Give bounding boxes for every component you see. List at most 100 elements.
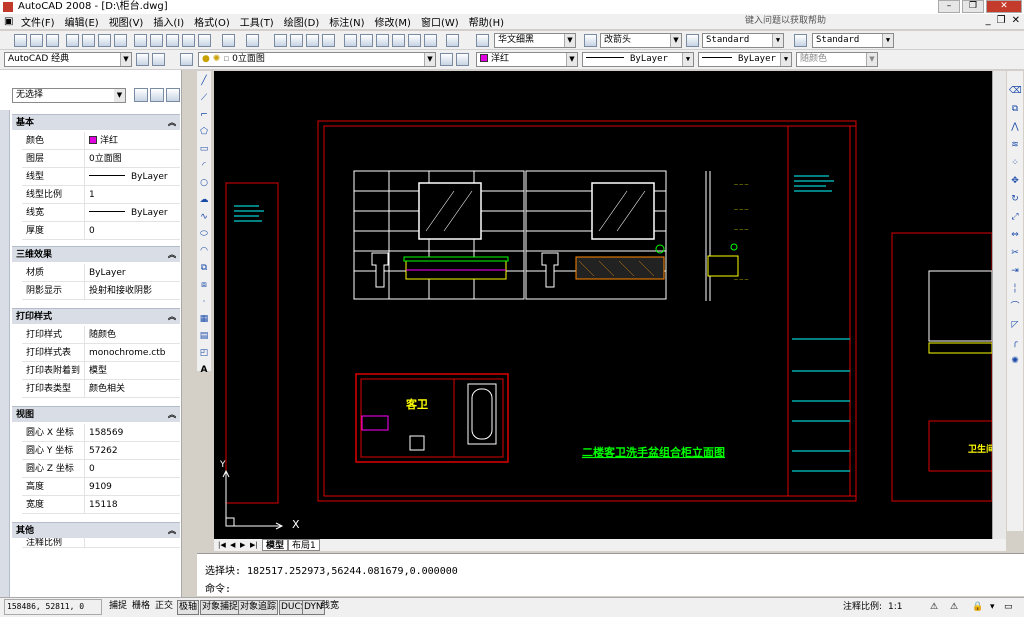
rotate-icon[interactable]: ↻ xyxy=(1009,193,1021,205)
section-misc[interactable]: 其他 ︽ xyxy=(12,522,180,538)
toggle-pickadd-icon[interactable] xyxy=(134,88,148,102)
menu-format[interactable]: 格式(O) xyxy=(189,14,235,29)
prop-row[interactable]: 线型比例 1 xyxy=(22,186,180,204)
doc-close-button[interactable]: ✕ xyxy=(1012,15,1020,26)
text-font-select[interactable]: 华文细黑 ▼ xyxy=(494,33,576,48)
restore-button[interactable]: ❐ xyxy=(962,0,984,13)
menu-tools[interactable]: 工具(T) xyxy=(235,14,279,29)
vertical-scrollbar[interactable] xyxy=(992,71,1006,539)
workspace-settings-icon[interactable] xyxy=(136,53,149,66)
last-tab-icon[interactable]: ▶| xyxy=(250,539,258,551)
revision-cloud-icon[interactable]: ☁ xyxy=(198,194,210,206)
lineweight-toggle[interactable]: 线宽 xyxy=(320,600,340,615)
color-select[interactable]: 洋红 ▼ xyxy=(476,52,578,67)
copy-object-icon[interactable]: ⧉ xyxy=(1009,103,1021,115)
properties-icon[interactable] xyxy=(344,34,357,47)
prop-row[interactable]: 打印表类型 颜色相关 xyxy=(22,380,180,398)
menu-file[interactable]: 文件(F) xyxy=(16,14,60,29)
3d-dwf-icon[interactable] xyxy=(114,34,127,47)
clean-screen-icon[interactable]: ▭ xyxy=(1004,598,1013,616)
properties-palette-strip[interactable] xyxy=(0,110,10,597)
status-menu-icon[interactable]: ▾ xyxy=(990,598,995,616)
design-center-icon[interactable] xyxy=(360,34,373,47)
new-icon[interactable] xyxy=(14,34,27,47)
insert-block-icon[interactable]: ⧉ xyxy=(198,262,210,274)
table-style-select[interactable]: Standard ▼ xyxy=(812,33,894,48)
markup-icon[interactable] xyxy=(408,34,421,47)
layer-select[interactable]: ● ✺ ▫ 0立面图 ▼ xyxy=(198,52,436,67)
prop-row[interactable]: 圆心 Y 坐标 57262 xyxy=(22,442,180,460)
pan-icon[interactable] xyxy=(274,34,287,47)
offset-icon[interactable]: ≋ xyxy=(1009,139,1021,151)
open-icon[interactable] xyxy=(30,34,43,47)
move-icon[interactable]: ✥ xyxy=(1009,175,1021,187)
tab-layout1[interactable]: 布局1 xyxy=(288,539,320,551)
quickcalc-icon[interactable] xyxy=(424,34,437,47)
doc-minimize-button[interactable]: _ xyxy=(986,15,991,26)
prop-row[interactable]: 圆心 Z 坐标 0 xyxy=(22,460,180,478)
ortho-toggle[interactable]: 正交 xyxy=(154,600,174,615)
first-tab-icon[interactable]: |◀ xyxy=(218,539,226,551)
zoom-realtime-icon[interactable] xyxy=(290,34,303,47)
menu-help[interactable]: 帮助(H) xyxy=(464,14,509,29)
prop-row[interactable]: 圆心 X 坐标 158569 xyxy=(22,424,180,442)
minimize-button[interactable]: – xyxy=(938,0,960,13)
arc-icon[interactable]: ◜ xyxy=(198,160,210,172)
prop-row[interactable]: 材质 ByLayer xyxy=(22,264,180,282)
menu-window[interactable]: 窗口(W) xyxy=(416,14,464,29)
document-icon[interactable]: ▣ xyxy=(4,16,16,27)
grid-toggle[interactable]: 栅格 xyxy=(131,600,151,615)
print-icon[interactable] xyxy=(66,34,79,47)
paste-icon[interactable] xyxy=(166,34,179,47)
section-plot-style[interactable]: 打印样式 ︽ xyxy=(12,308,180,324)
explode-icon[interactable]: ✺ xyxy=(1009,355,1021,367)
gradient-icon[interactable]: ▤ xyxy=(198,330,210,342)
osnap-toggle[interactable]: 对象捕捉 xyxy=(200,600,241,615)
save-icon[interactable] xyxy=(46,34,59,47)
polar-toggle[interactable]: 极轴 xyxy=(177,600,200,615)
ellipse-arc-icon[interactable]: ◠ xyxy=(198,245,210,257)
break-icon[interactable]: ╎ xyxy=(1009,283,1021,295)
erase-icon[interactable]: ⌫ xyxy=(1009,85,1022,97)
workspace-save-icon[interactable] xyxy=(152,53,165,66)
array-icon[interactable]: ⁘ xyxy=(1009,157,1021,169)
auto-scale-icon[interactable]: ⚠ xyxy=(950,598,958,616)
snap-toggle[interactable]: 捕捉 xyxy=(108,600,128,615)
make-layer-current-icon[interactable] xyxy=(440,53,453,66)
lock-icon[interactable]: 🔒 xyxy=(972,598,983,616)
menu-view[interactable]: 视图(V) xyxy=(104,14,149,29)
prop-row[interactable]: 阴影显示 投射和接收阴影 xyxy=(22,282,180,300)
menu-dimension[interactable]: 标注(N) xyxy=(324,14,369,29)
section-basic[interactable]: 基本 ︽ xyxy=(12,114,180,130)
zoom-previous-icon[interactable] xyxy=(322,34,335,47)
close-button[interactable]: ✕ xyxy=(986,0,1022,13)
autocad-app-icon[interactable] xyxy=(3,2,13,12)
block-editor-icon[interactable] xyxy=(198,34,211,47)
linetype-select[interactable]: ByLayer ▼ xyxy=(582,52,694,67)
select-objects-icon[interactable] xyxy=(150,88,164,102)
command-input[interactable]: 命令: xyxy=(205,580,231,595)
help-search-input[interactable]: 键入问题以获取帮助 xyxy=(745,15,935,28)
otrack-toggle[interactable]: 对象追踪 xyxy=(238,600,279,615)
prev-tab-icon[interactable]: ◀ xyxy=(230,539,235,551)
text-style-select[interactable]: Standard ▼ xyxy=(702,33,784,48)
chamfer-icon[interactable]: ◸ xyxy=(1009,319,1021,331)
ellipse-icon[interactable]: ⬭ xyxy=(198,228,210,240)
quick-select-icon[interactable] xyxy=(166,88,180,102)
table-style-icon[interactable] xyxy=(794,34,807,47)
sheet-set-icon[interactable] xyxy=(392,34,405,47)
layer-previous-icon[interactable] xyxy=(456,53,469,66)
tab-model[interactable]: 模型 xyxy=(262,539,289,551)
section-3d-effects[interactable]: 三维效果 ︽ xyxy=(12,246,180,262)
coordinate-readout[interactable]: 158486, 52811, 0 xyxy=(4,599,102,615)
prop-row[interactable]: 打印样式 随颜色 xyxy=(22,326,180,344)
circle-icon[interactable]: ○ xyxy=(198,177,210,189)
region-icon[interactable]: ◰ xyxy=(198,347,210,359)
cut-icon[interactable] xyxy=(134,34,147,47)
spline-icon[interactable]: ∿ xyxy=(198,211,210,223)
menu-draw[interactable]: 绘图(D) xyxy=(279,14,325,29)
zoom-window-icon[interactable] xyxy=(306,34,319,47)
prop-row[interactable]: 打印样式表 monochrome.ctb xyxy=(22,344,180,362)
text-style-manager-icon[interactable] xyxy=(686,34,699,47)
section-view[interactable]: 视图 ︽ xyxy=(12,406,180,422)
